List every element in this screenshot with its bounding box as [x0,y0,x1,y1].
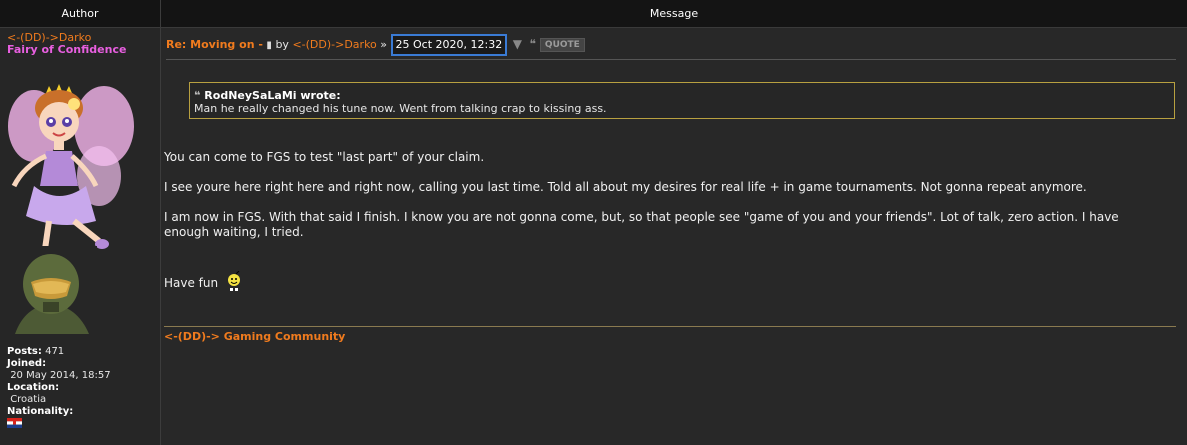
joined-date: 20 May 2014, 18:57 [10,370,111,381]
quote-mark-icon: ❝ [194,89,205,102]
location-value: Croatia [10,394,47,405]
table-header: Author Message [0,0,1187,28]
separator: » [380,38,388,51]
quote-icon[interactable]: ❝ [529,37,535,51]
quote-text: Man he really changed his tune now. Went… [194,102,607,115]
post-date[interactable]: 25 Oct 2020, 12:32 [390,34,508,56]
post-paragraph: I see youre here right here and right no… [164,180,1087,194]
post-header: Re: Moving on - ▮ by <-(DD)->Darko » 25 … [166,34,585,56]
fairy-rank-image [8,84,134,266]
location-label: Location: [7,382,60,393]
author-panel: <-(DD)->Darko Fairy of Confidence Posts:… [0,28,161,445]
quote-block: ❝ RodNeySaLaMi wrote: Man he really chan… [189,82,1175,119]
quote-author: ❝ RodNeySaLaMi wrote: [194,89,341,102]
signature-divider [164,326,1176,327]
smiley-icon [227,270,240,291]
author-rank: Fairy of Confidence [7,43,127,56]
croatia-flag-icon [7,418,22,428]
message-panel: Re: Moving on - ▮ by <-(DD)->Darko » 25 … [161,28,1187,445]
post-paragraph-last: Have fun [164,270,364,293]
author-stats: Posts: 471 Joined: 20 May 2014, 18:57 Lo… [7,346,111,418]
report-icon[interactable]: ▼ [513,37,522,51]
post-paragraph: You can come to FGS to test "last part" … [164,150,485,164]
quote-author-text: RodNeySaLaMi wrote: [204,89,341,102]
user-avatar [5,246,97,334]
message-column-header: Message [649,7,699,20]
posts-label: Posts: [7,346,42,357]
post-icon: ▮ [266,40,272,51]
posts-count: 471 [45,346,65,357]
by-label: by [275,38,289,51]
poster-name[interactable]: <-(DD)->Darko [292,38,376,51]
have-fun-text: Have fun [164,276,219,290]
header-divider [166,59,1176,60]
post-paragraph: I am now in FGS. With that said I finish… [164,210,1119,239]
joined-label: Joined: [7,358,47,369]
forum-post: Author Message <-(DD)->Darko Fairy of Co… [0,0,1187,445]
post-subject[interactable]: Re: Moving on - [166,38,263,51]
author-column-header: Author [0,0,161,27]
quote-button[interactable]: QUOTE [539,38,585,52]
nationality-label: Nationality: [7,406,74,417]
signature-link[interactable]: <-(DD)-> Gaming Community [164,330,345,343]
